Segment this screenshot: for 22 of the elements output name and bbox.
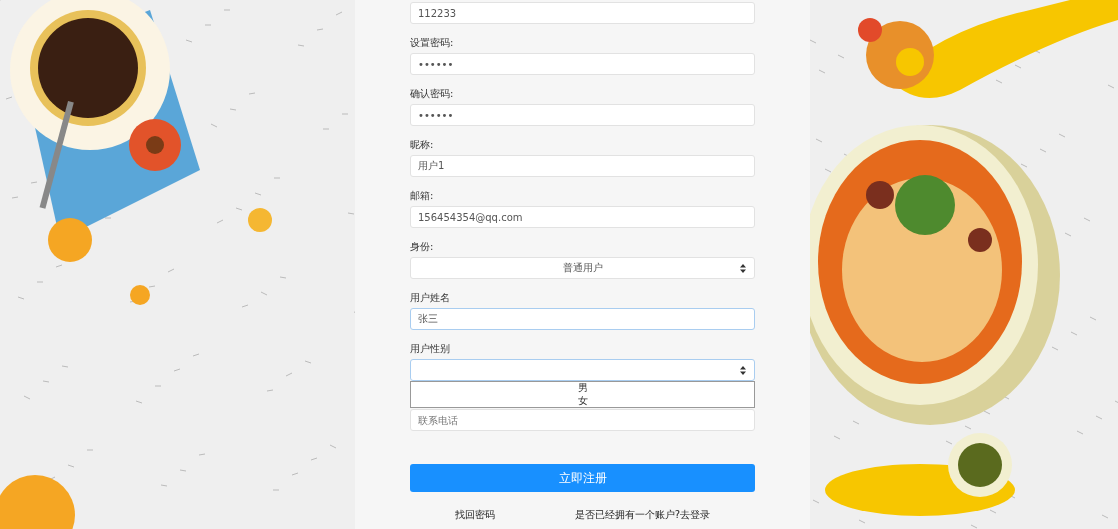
dropdown-option[interactable]: 女	[411, 394, 754, 407]
link[interactable]: 找回密码	[455, 508, 495, 522]
input-field[interactable]: 张三	[410, 308, 755, 330]
sort-caret-icon	[740, 264, 746, 273]
select-field[interactable]	[410, 359, 755, 381]
input-field[interactable]: ••••••	[410, 53, 755, 75]
field-label: 确认密码:	[410, 88, 454, 100]
input-field[interactable]: 112233	[410, 2, 755, 24]
input-field[interactable]: 联系电话	[410, 409, 755, 431]
sort-caret-icon	[740, 366, 746, 375]
input-field[interactable]: ••••••	[410, 104, 755, 126]
field-label: 用户性别	[410, 343, 450, 355]
input-field[interactable]: 156454354@qq.com	[410, 206, 755, 228]
link[interactable]: 是否已经拥有一个账户?去登录	[574, 508, 710, 522]
field-label: 用户姓名	[410, 292, 450, 304]
dropdown-option[interactable]: 男	[411, 382, 754, 395]
field-label: 邮箱:	[410, 190, 434, 202]
input-field[interactable]: 用户1	[410, 155, 755, 177]
select-field[interactable]: 普通用户	[410, 257, 755, 279]
field-label: 昵称:	[410, 139, 434, 151]
field-label: 设置密码:	[410, 37, 454, 49]
field-label: 身份:	[410, 241, 434, 253]
